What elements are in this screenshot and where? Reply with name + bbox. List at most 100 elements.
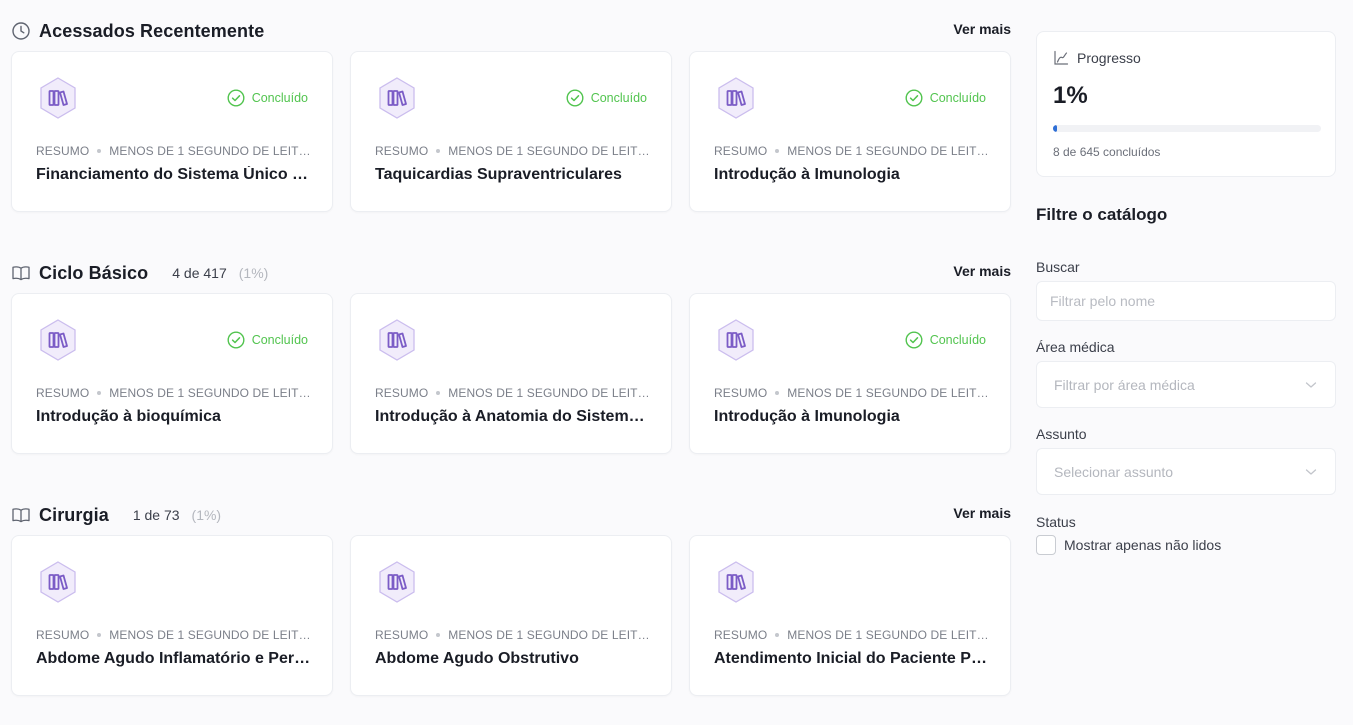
search-label: Buscar <box>1036 259 1080 275</box>
content-card[interactable]: RESUMO MENOS DE 1 SEGUNDO DE LEITURA Abdo… <box>350 535 672 696</box>
card-title: Abdome Agudo Inflamatório e Perfurativo <box>36 650 312 667</box>
see-more-link[interactable]: Ver mais <box>953 263 1011 279</box>
status-label: Concluído <box>251 333 308 347</box>
card-row: Concluído RESUMO MENOS DE 1 SEGUNDO DE LE… <box>11 293 1011 454</box>
card-type: RESUMO <box>36 144 90 158</box>
section-title: Ciclo Básico <box>39 262 149 283</box>
progress-summary: 8 de 645 concluídos <box>1053 145 1161 159</box>
progress-header: Progresso <box>1053 50 1141 66</box>
completed-status: Concluído <box>905 331 986 349</box>
area-select-placeholder: Filtrar por área médica <box>1054 376 1195 393</box>
completed-status: Concluído <box>227 331 308 349</box>
card-type: RESUMO <box>714 144 768 158</box>
status-label: Concluído <box>590 91 647 105</box>
card-meta: RESUMO MENOS DE 1 SEGUNDO DE LEITURA <box>714 628 990 642</box>
open-book-icon <box>11 505 31 525</box>
card-type: RESUMO <box>714 628 768 642</box>
reading-time: MENOS DE 1 SEGUNDO DE LEITURA <box>109 144 312 158</box>
section-header: Ciclo Básico 4 de 417 (1%) <box>11 259 1012 287</box>
section-count: 4 de 417 <box>172 265 227 281</box>
subject-select-placeholder: Selecionar assunto <box>1054 463 1174 480</box>
card-type: RESUMO <box>36 386 90 400</box>
separator-dot <box>97 390 102 395</box>
separator-dot <box>775 148 780 153</box>
card-title: Atendimento Inicial do Paciente Politrau… <box>714 650 990 667</box>
status-label: Concluído <box>251 91 308 105</box>
books-icon <box>714 318 758 362</box>
subject-label: Assunto <box>1036 426 1087 442</box>
card-type: RESUMO <box>375 144 429 158</box>
card-row: RESUMO MENOS DE 1 SEGUNDO DE LEITURA Abdo… <box>11 535 1011 696</box>
unread-only-toggle[interactable]: Mostrar apenas não lidos <box>1036 535 1221 555</box>
books-icon <box>714 560 758 604</box>
reading-time: MENOS DE 1 SEGUNDO DE LEITURA <box>448 144 651 158</box>
reading-time: MENOS DE 1 SEGUNDO DE LEITURA <box>787 386 990 400</box>
search-field[interactable] <box>1036 281 1336 321</box>
content-card[interactable]: Concluído RESUMO MENOS DE 1 SEGUNDO DE LE… <box>689 293 1011 454</box>
chevron-down-icon <box>1305 468 1317 475</box>
section-count: 1 de 73 <box>132 507 180 523</box>
open-book-icon <box>11 263 31 283</box>
reading-time: MENOS DE 1 SEGUNDO DE LEITURA <box>109 386 312 400</box>
progress-bar <box>1053 125 1321 132</box>
check-circle-icon <box>905 331 923 349</box>
content-card[interactable]: Concluído RESUMO MENOS DE 1 SEGUNDO DE LE… <box>350 51 672 212</box>
progress-percent: 1% <box>1053 82 1088 109</box>
check-circle-icon <box>566 89 584 107</box>
search-input[interactable] <box>1050 293 1335 309</box>
content-card[interactable]: Concluído RESUMO MENOS DE 1 SEGUNDO DE LE… <box>689 51 1011 212</box>
status-label: Concluído <box>929 333 986 347</box>
card-meta: RESUMO MENOS DE 1 SEGUNDO DE LEITURA <box>714 386 990 400</box>
separator-dot <box>436 390 441 395</box>
section-percent: (1%) <box>238 265 269 281</box>
content-card[interactable]: Concluído RESUMO MENOS DE 1 SEGUNDO DE LE… <box>11 293 333 454</box>
see-more-link[interactable]: Ver mais <box>953 21 1011 37</box>
content-card[interactable]: RESUMO MENOS DE 1 SEGUNDO DE LEITURA Abdo… <box>11 535 333 696</box>
progress-card: Progresso 1% 8 de 645 concluídos <box>1036 31 1336 177</box>
section-header: Acessados Recentemente <box>11 17 1012 45</box>
card-meta: RESUMO MENOS DE 1 SEGUNDO DE LEITURA <box>714 144 990 158</box>
content-card[interactable]: RESUMO MENOS DE 1 SEGUNDO DE LEITURA Aten… <box>689 535 1011 696</box>
books-icon <box>36 76 80 120</box>
progress-bar-fill <box>1053 125 1058 132</box>
card-row: Concluído RESUMO MENOS DE 1 SEGUNDO DE LE… <box>11 51 1011 212</box>
clock-icon <box>11 21 31 41</box>
separator-dot <box>775 632 780 637</box>
page: Acessados Recentemente Ver mais Concluíd… <box>0 0 1353 725</box>
card-meta: RESUMO MENOS DE 1 SEGUNDO DE LEITURA <box>375 628 651 642</box>
unread-only-checkbox[interactable] <box>1036 535 1056 555</box>
card-meta: RESUMO MENOS DE 1 SEGUNDO DE LEITURA <box>36 628 312 642</box>
section-title: Cirurgia <box>39 504 109 525</box>
separator-dot <box>775 390 780 395</box>
filter-title: Filtre o catálogo <box>1036 205 1168 224</box>
completed-status: Concluído <box>566 89 647 107</box>
card-type: RESUMO <box>714 386 768 400</box>
card-title: Introdução à Imunologia <box>714 408 900 425</box>
section-title: Acessados Recentemente <box>39 20 265 41</box>
see-more-link[interactable]: Ver mais <box>953 505 1011 521</box>
reading-time: MENOS DE 1 SEGUNDO DE LEITURA <box>448 386 651 400</box>
card-type: RESUMO <box>36 628 90 642</box>
card-title: Introdução à Anatomia do Sistema Nervoso <box>375 408 651 425</box>
content-card[interactable]: RESUMO MENOS DE 1 SEGUNDO DE LEITURA Intr… <box>350 293 672 454</box>
area-select[interactable]: Filtrar por área médica <box>1036 361 1336 408</box>
card-title: Abdome Agudo Obstrutivo <box>375 650 579 667</box>
separator-dot <box>97 148 102 153</box>
separator-dot <box>436 632 441 637</box>
books-icon <box>36 318 80 362</box>
separator-dot <box>97 632 102 637</box>
card-type: RESUMO <box>375 386 429 400</box>
check-circle-icon <box>227 331 245 349</box>
completed-status: Concluído <box>905 89 986 107</box>
books-icon <box>36 560 80 604</box>
books-icon <box>375 318 419 362</box>
section-header: Cirurgia 1 de 73 (1%) <box>11 501 1012 529</box>
books-icon <box>375 76 419 120</box>
subject-select[interactable]: Selecionar assunto <box>1036 448 1336 495</box>
card-meta: RESUMO MENOS DE 1 SEGUNDO DE LEITURA <box>375 386 651 400</box>
reading-time: MENOS DE 1 SEGUNDO DE LEITURA <box>448 628 651 642</box>
chevron-down-icon <box>1305 381 1317 388</box>
content-card[interactable]: Concluído RESUMO MENOS DE 1 SEGUNDO DE LE… <box>11 51 333 212</box>
completed-status: Concluído <box>227 89 308 107</box>
books-icon <box>714 76 758 120</box>
